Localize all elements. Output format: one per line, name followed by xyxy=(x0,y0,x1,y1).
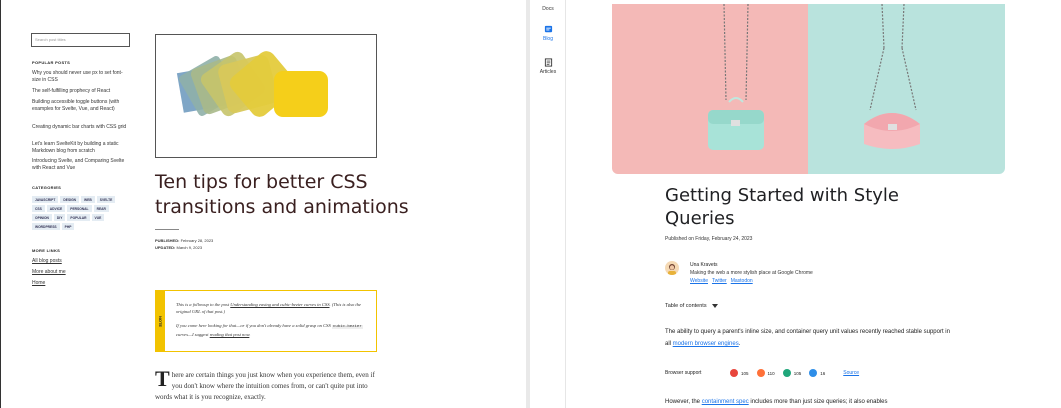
category-tag[interactable]: WEB xyxy=(81,196,95,203)
category-tag[interactable]: SVELTE xyxy=(96,196,116,203)
updated-date: March 9, 2023 xyxy=(176,245,203,250)
browser-firefox: 110 xyxy=(756,369,775,377)
category-tag[interactable]: PERSONAL xyxy=(67,205,92,212)
browser-edge: 105 xyxy=(782,369,801,377)
modern-engines-link[interactable]: modern browser engines xyxy=(673,341,739,347)
author-links: Website Twitter Mastodon xyxy=(690,278,753,284)
source-link[interactable]: Source xyxy=(843,370,859,376)
note-label: NOTE xyxy=(158,315,163,327)
edge-icon xyxy=(782,369,791,377)
rail-item-articles[interactable]: Articles xyxy=(530,58,566,75)
table-of-contents-toggle[interactable]: Table of contents xyxy=(665,303,718,309)
author-link-website[interactable]: Website xyxy=(690,278,708,284)
note-text: This is a followup to the post Understan… xyxy=(176,302,363,337)
category-tag[interactable]: PHP xyxy=(61,223,75,230)
note-link-read[interactable]: reading that post now xyxy=(210,332,250,337)
category-tag[interactable]: WORDPRESS xyxy=(32,223,60,230)
post-title: Ten tips for better CSS transitions and … xyxy=(155,171,409,218)
category-tag[interactable]: DIY xyxy=(53,214,66,221)
updated-label: UPDATED: xyxy=(155,245,176,250)
author-bio: Making the web a more stylish place at G… xyxy=(690,270,813,276)
followup-note: NOTE This is a followup to the post Unde… xyxy=(155,290,377,352)
hero-image-purses xyxy=(612,4,1005,174)
more-link[interactable]: More about me xyxy=(32,269,66,275)
more-link[interactable]: Home xyxy=(32,280,45,286)
browser-support-label: Browser support xyxy=(665,370,702,376)
published-date: February 28, 2023 xyxy=(180,238,214,243)
published-meta: PUBLISHED: February 28, 2023 xyxy=(155,238,213,243)
category-tag[interactable]: JAVASCRIPT xyxy=(32,196,59,203)
category-tag[interactable]: REAR xyxy=(93,205,109,212)
article-title: Getting Started with Style Queries xyxy=(665,185,900,229)
firefox-icon xyxy=(756,369,765,377)
post-body: There are certain things you just know w… xyxy=(155,366,375,402)
category-tags: JAVASCRIPT DESIGN WEB SVELTE CSS ADVICE … xyxy=(32,196,128,230)
safari-icon xyxy=(809,369,818,377)
popular-post-link[interactable]: Let's learn SvelteKit by building a stat… xyxy=(32,141,128,155)
rail-item-blog[interactable]: Blog xyxy=(530,25,566,42)
toc-label: Table of contents xyxy=(665,303,707,309)
rail-label: Articles xyxy=(539,69,557,75)
articles-icon xyxy=(544,58,552,67)
category-tag[interactable]: CSS xyxy=(32,205,45,212)
chevron-down-icon xyxy=(711,304,718,308)
category-tag[interactable]: VUE xyxy=(91,214,105,221)
drop-cap: T xyxy=(155,366,170,391)
browser-support-row: Browser support 105 110 105 16 Source xyxy=(665,369,859,377)
published-date: Published on Friday, February 24, 2023 xyxy=(665,236,753,242)
rail-label: Docs xyxy=(542,6,554,12)
category-tag[interactable]: POPULAR xyxy=(67,214,90,221)
left-browser-pane: Search post titles POPULAR POSTS Why you… xyxy=(0,0,526,408)
intro-paragraph: The ability to query a parent's inline s… xyxy=(665,329,950,347)
popular-post-link[interactable]: Why you should never use px to set font-… xyxy=(32,70,128,84)
continued-paragraph: However, the containment spec includes m… xyxy=(665,399,888,405)
more-link[interactable]: All blog posts xyxy=(32,258,62,264)
hero-image xyxy=(155,34,377,158)
rail-item-docs[interactable]: Docs xyxy=(530,6,566,12)
published-label: PUBLISHED: xyxy=(155,238,180,243)
animated-squares-illustration xyxy=(176,51,328,117)
side-rail: Docs Blog Articles xyxy=(530,0,566,408)
popular-post-link[interactable]: Introducing Svelte, and Comparing Svelte… xyxy=(32,158,128,172)
search-input[interactable]: Search post titles xyxy=(31,33,130,47)
category-tag[interactable]: OPINION xyxy=(32,214,52,221)
category-tag[interactable]: ADVICE xyxy=(46,205,66,212)
title-divider xyxy=(155,229,179,230)
inline-code: cubic-bezier xyxy=(331,325,363,329)
author-link-twitter[interactable]: Twitter xyxy=(712,278,727,284)
popular-post-link[interactable]: The self-fulfilling prophecy of React xyxy=(32,88,128,95)
categories-heading: CATEGORIES xyxy=(32,185,62,190)
note-link-easing[interactable]: Understanding easing and cubic-bezier cu… xyxy=(230,302,329,307)
containment-spec-link[interactable]: containment spec xyxy=(702,399,749,405)
purses-illustration xyxy=(708,4,920,150)
browser-chrome: 105 xyxy=(730,369,749,377)
rail-label: Blog xyxy=(542,36,553,42)
popular-post-link[interactable]: Building accessible toggle buttons (with… xyxy=(32,99,128,113)
blog-icon xyxy=(544,25,552,33)
browser-safari: 16 xyxy=(809,369,825,377)
author-link-mastodon[interactable]: Mastodon xyxy=(731,278,753,284)
author-name: Una Kravets xyxy=(690,262,718,268)
category-tag[interactable]: DESIGN xyxy=(60,196,80,203)
right-browser-pane: Docs Blog Articles Getting Started with … xyxy=(530,0,1061,408)
popular-post-link[interactable]: Creating dynamic bar charts with CSS gri… xyxy=(32,124,128,131)
popular-posts-heading: POPULAR POSTS xyxy=(32,60,71,65)
updated-meta: UPDATED: March 9, 2023 xyxy=(155,245,202,250)
author-avatar xyxy=(665,261,679,275)
more-links-heading: MORE LINKS xyxy=(32,248,61,253)
chrome-icon xyxy=(730,369,738,377)
